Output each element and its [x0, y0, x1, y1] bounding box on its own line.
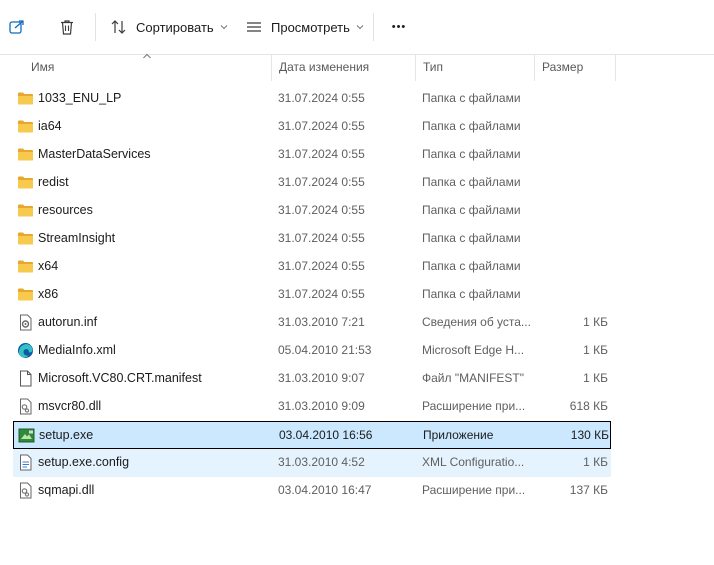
sort-label: Сортировать — [136, 19, 214, 35]
file-row[interactable]: 1033_ENU_LP 31.07.2024 0:55 Папка с файлам… — [13, 85, 611, 113]
file-date: 31.07.2024 0:55 — [278, 147, 365, 161]
file-type: Папка с файлами — [422, 175, 521, 189]
column-header-type[interactable]: Тип — [416, 54, 534, 81]
file-name: resources — [38, 203, 93, 217]
file-name: setup.exe.config — [38, 455, 130, 469]
file-date: 31.07.2024 0:55 — [278, 203, 365, 217]
file-type: Файл "MANIFEST" — [422, 371, 525, 385]
file-row[interactable]: setup.exe 03.04.2010 16:56 Приложение 130 К… — [13, 421, 611, 449]
file-size: 618 КБ — [569, 399, 608, 413]
column-header-name[interactable]: Имя — [24, 54, 270, 81]
file-date: 31.07.2024 0:55 — [278, 231, 365, 245]
more-options-icon: ••• — [391, 21, 407, 33]
file-size: 137 КБ — [569, 483, 608, 497]
column-header: Имя Дата изменения Тип Размер — [0, 53, 714, 81]
column-header-date[interactable]: Дата изменения — [272, 54, 414, 81]
file-size — [543, 253, 608, 279]
file-type: Папка с файлами — [422, 119, 521, 133]
file-date: 31.07.2024 0:55 — [278, 175, 365, 189]
file-size: 1 КБ — [583, 315, 608, 329]
column-header-size[interactable]: Размер — [535, 54, 615, 81]
view-button[interactable]: Просмотреть — [245, 10, 364, 44]
file-name: StreamInsight — [38, 231, 116, 245]
file-type: XML Configuratio... — [422, 455, 525, 469]
share-button[interactable] — [8, 10, 34, 44]
file-date: 05.04.2010 21:53 — [278, 343, 372, 357]
file-type: Microsoft Edge H... — [422, 343, 525, 357]
column-divider[interactable] — [615, 54, 616, 81]
file-type: Расширение при... — [422, 483, 526, 497]
share-icon — [9, 20, 24, 34]
file-row[interactable]: ia64 31.07.2024 0:55 Папка с файлами — [13, 113, 611, 141]
file-name: Microsoft.VC80.CRT.manifest — [38, 371, 202, 385]
file-date: 31.03.2010 9:09 — [278, 399, 365, 413]
file-size — [543, 197, 608, 223]
file-type: Папка с файлами — [422, 91, 521, 105]
command-bar: Сортировать Просмотреть ••• — [0, 0, 714, 55]
file-date: 31.07.2024 0:55 — [278, 259, 365, 273]
toolbar-separator — [373, 13, 374, 41]
file-type: Папка с файлами — [422, 231, 521, 245]
file-name: MasterDataServices — [38, 147, 151, 161]
file-size: 1 КБ — [583, 371, 608, 385]
file-size — [543, 225, 608, 251]
file-type: Папка с файлами — [422, 147, 521, 161]
file-name: 1033_ENU_LP — [38, 91, 122, 105]
sort-icon — [111, 20, 126, 34]
file-row[interactable]: resources 31.07.2024 0:55 Папка с файлами — [13, 197, 611, 225]
file-date: 31.03.2010 7:21 — [278, 315, 365, 329]
file-type: Сведения об уста... — [422, 315, 531, 329]
file-size: 1 КБ — [583, 455, 608, 469]
file-size — [543, 281, 608, 307]
more-options-button[interactable]: ••• — [388, 10, 410, 44]
file-row[interactable]: MasterDataServices 31.07.2024 0:55 Папка с… — [13, 141, 611, 169]
file-type: Расширение при... — [422, 399, 526, 413]
file-size: 130 КБ — [570, 428, 609, 442]
file-size — [543, 85, 608, 111]
file-date: 31.03.2010 4:52 — [278, 455, 365, 469]
file-date: 31.07.2024 0:55 — [278, 119, 365, 133]
file-row[interactable]: MediaInfo.xml 05.04.2010 21:53 Microsoft E… — [13, 337, 611, 365]
file-row[interactable]: redist 31.07.2024 0:55 Папка с файлами — [13, 169, 611, 197]
chevron-down-icon — [220, 25, 228, 30]
delete-button[interactable] — [58, 10, 78, 44]
file-row[interactable]: autorun.inf 31.03.2010 7:21 Сведения об ус… — [13, 309, 611, 337]
file-date: 31.07.2024 0:55 — [278, 287, 365, 301]
file-name: ia64 — [38, 119, 62, 133]
file-name: autorun.inf — [38, 315, 98, 329]
file-type: Папка с файлами — [422, 287, 521, 301]
sort-button[interactable]: Сортировать — [110, 10, 228, 44]
trash-icon — [61, 20, 73, 35]
file-size: 1 КБ — [583, 343, 608, 357]
file-row[interactable]: msvcr80.dll 31.03.2010 9:09 Расширение при… — [13, 393, 611, 421]
file-type: Приложение — [423, 428, 494, 442]
file-row[interactable]: Microsoft.VC80.CRT.manifest 31.03.2010 9:… — [13, 365, 611, 393]
file-name: x86 — [38, 287, 59, 301]
file-row[interactable]: x64 31.07.2024 0:55 Папка с файлами — [13, 253, 611, 281]
view-label: Просмотреть — [271, 19, 350, 35]
toolbar-separator — [95, 13, 96, 41]
file-date: 31.03.2010 9:07 — [278, 371, 365, 385]
file-name: redist — [38, 175, 69, 189]
file-name: setup.exe — [39, 428, 94, 442]
file-row[interactable]: StreamInsight 31.07.2024 0:55 Папка с файл… — [13, 225, 611, 253]
chevron-down-icon — [356, 25, 364, 30]
file-date: 31.07.2024 0:55 — [278, 91, 365, 105]
file-name: MediaInfo.xml — [38, 343, 116, 357]
file-date: 03.04.2010 16:56 — [279, 428, 373, 442]
file-row[interactable]: setup.exe.config 31.03.2010 4:52 XML Confi… — [13, 449, 611, 477]
file-date: 03.04.2010 16:47 — [278, 483, 372, 497]
file-size — [543, 113, 608, 139]
file-name: x64 — [38, 259, 59, 273]
file-row[interactable]: sqmapi.dll 03.04.2010 16:47 Расширение при… — [13, 477, 611, 505]
file-name: sqmapi.dll — [38, 483, 95, 497]
file-name: msvcr80.dll — [38, 399, 102, 413]
view-list-icon — [247, 22, 261, 32]
file-type: Папка с файлами — [422, 259, 521, 273]
file-size — [543, 169, 608, 195]
file-type: Папка с файлами — [422, 203, 521, 217]
file-size — [543, 141, 608, 167]
file-row[interactable]: x86 31.07.2024 0:55 Папка с файлами — [13, 281, 611, 309]
